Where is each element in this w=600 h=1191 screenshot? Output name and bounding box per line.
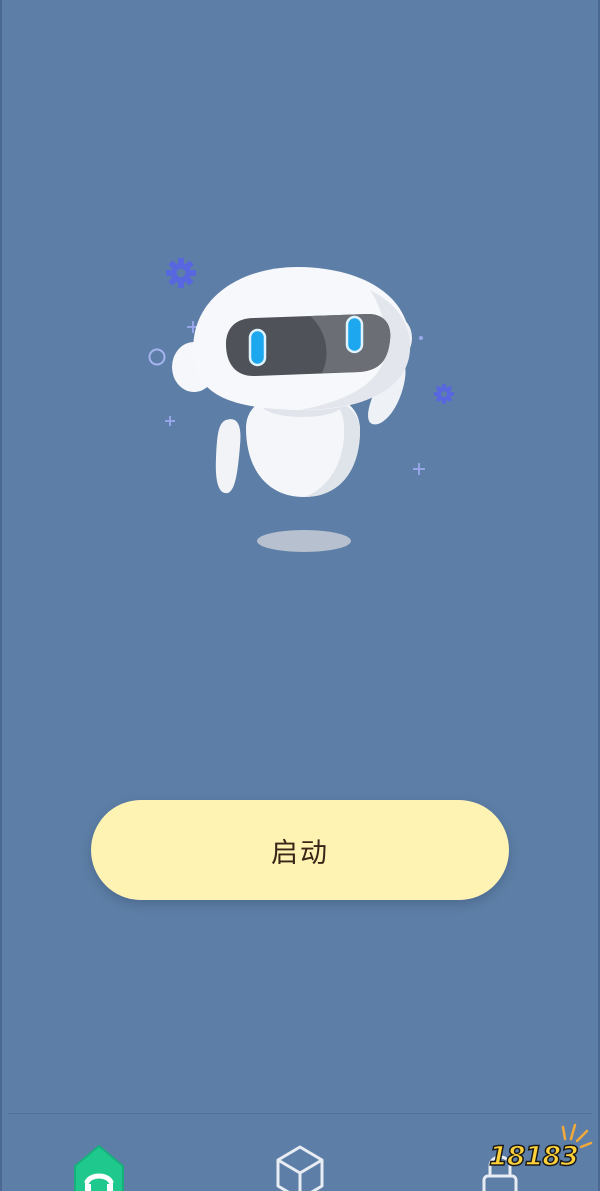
home-icon [74, 1145, 124, 1191]
start-button[interactable]: 启动 [91, 800, 509, 900]
robot-left-eye [248, 328, 267, 367]
robot-left-arm [215, 419, 241, 494]
robot-shadow [257, 530, 351, 552]
screen-edge-left [0, 0, 2, 1191]
watermark-text: 18183 [488, 1140, 579, 1173]
tab-home[interactable] [69, 1142, 129, 1191]
box-icon [276, 1145, 324, 1191]
gear-icon-small [434, 384, 454, 404]
start-button-label: 启动 [271, 837, 329, 869]
gear-icon [166, 258, 196, 288]
ring-icon [148, 348, 166, 366]
app-screen: 启动 18183 [0, 0, 600, 1191]
tab-explore[interactable] [270, 1142, 330, 1191]
robot-head [193, 266, 411, 411]
robot-right-eye [345, 315, 364, 354]
robot-mascot-illustration [148, 258, 454, 552]
watermark-logo: 18183 [483, 1117, 593, 1187]
